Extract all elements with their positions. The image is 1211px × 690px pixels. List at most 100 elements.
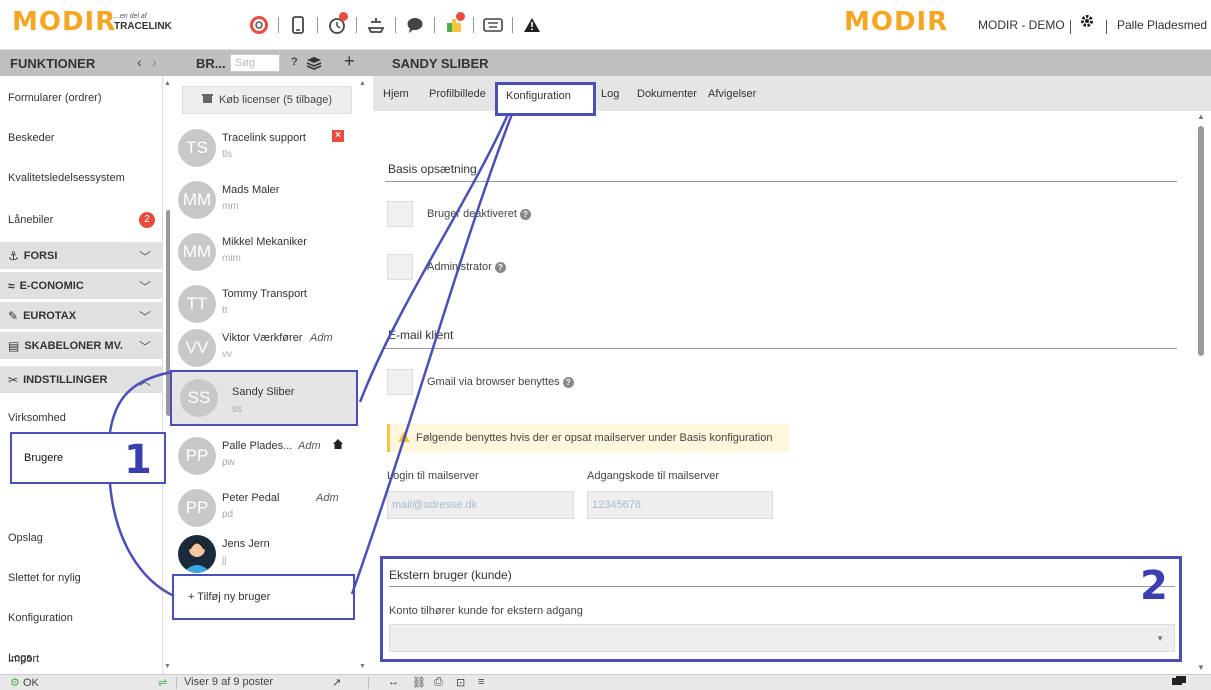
help-icon[interactable]: ? [291,56,298,68]
password-input[interactable]: 12345678 [587,491,773,519]
filter-icon[interactable]: ⇌ [158,676,167,689]
nav-item-konfiguration[interactable]: Konfiguration [0,598,162,638]
nav-section-forsi[interactable]: ⚓ FORSI ﹀ [0,242,162,270]
tab-hjem[interactable]: Hjem [383,88,409,100]
password-label: Adgangskode til mailserver [587,470,720,482]
nav-item-formularer[interactable]: Formularer (ordrer) [0,78,162,118]
laanebiler-badge: 2 [139,212,155,228]
user-row-tls[interactable]: TS Tracelink support tls × [170,122,360,174]
nav-item-beskeder[interactable]: Beskeder [0,118,162,158]
user-name: Mads Maler [222,184,280,196]
user-row-pw[interactable]: PP Palle Plades... pw Adm [170,430,360,482]
wave-icon: ≈ [8,278,15,293]
admin-checkbox[interactable] [387,254,413,280]
user-photo-avatar [178,535,216,573]
admin-text: Administrator [427,261,492,273]
current-user-name[interactable]: Palle Pladesmed [1117,18,1207,32]
pdf-icon[interactable]: ⊡ [456,676,465,689]
user-initials: pw [222,457,235,468]
basis-section-title: Basis opsætning [388,162,477,176]
login-label: Login til mailserver [387,470,479,482]
menu-icon[interactable]: ≡ [478,676,484,688]
login-input[interactable]: mail@adresse.dk [387,491,574,519]
main-scroll-thumb[interactable] [1198,126,1204,356]
lifebuoy-icon[interactable] [248,14,270,36]
user-detail-panel: Hjem Profilbillede Konfiguration Log Dok… [373,76,1211,674]
nav-section-economic[interactable]: ≈ E-CONOMIC ﹀ [0,272,162,300]
nav-item-kvalitet[interactable]: Kvalitetsledelsessystem [0,158,162,198]
admin-badge: Adm [316,492,339,504]
buy-licenses-label: Køb licenser (5 tilbage) [218,94,333,106]
chevron-down-icon: ﹀ [138,250,151,264]
buy-licenses-button[interactable]: Køb licenser (5 tilbage) [182,86,352,114]
help-icon[interactable]: ? [519,208,531,220]
tab-konfiguration[interactable]: Konfiguration [495,82,596,116]
user-row-jj[interactable]: Jens Jern jj [170,528,360,580]
tab-dokumenter[interactable]: Dokumenter [637,88,697,100]
chat-icon[interactable] [404,14,426,36]
chevron-right-icon[interactable]: › [152,54,157,70]
swap-icon[interactable]: ↔ [388,676,399,688]
status-bar: ⚙ OK ⇌ Viser 9 af 9 poster ↗ ↔ ⛓ ⎙ ⊡ ≡ [0,674,1211,690]
help-icon[interactable]: ? [562,376,574,388]
gear-icon[interactable] [1080,14,1094,31]
status-text: OK [22,677,39,689]
chat-bubble-icon[interactable] [1172,676,1186,690]
user-search-input[interactable]: Søg [230,54,280,72]
gear-status-icon: ⚙ [10,677,20,689]
user-row-vv[interactable]: VV Viktor Værkfører vv Adm [170,322,360,374]
nav-section-eurotax[interactable]: ✎ EUROTAX ﹀ [0,302,162,330]
phone-icon[interactable] [287,14,309,36]
avatar: PP [178,489,216,527]
tab-log[interactable]: Log [601,88,619,100]
link-icon[interactable]: ⛓ [412,676,426,689]
company-name[interactable]: MODIR - DEMO [978,18,1065,32]
nav-item-slettet[interactable]: Slettet for nylig [0,558,162,598]
nav-section-skabeloner[interactable]: ▤ SKABELONER MV. ﹀ [0,332,162,360]
user-name: Mikkel Mekaniker [222,236,307,248]
user-initials: mim [222,253,241,264]
section-divider [385,181,1177,182]
export-icon[interactable]: ↗ [332,676,341,689]
user-row-ss-selected[interactable]: SS Sandy Sliber ss [170,370,358,426]
user-row-pd[interactable]: PP Peter Pedal pd Adm [170,482,360,534]
user-initials: ss [232,404,242,415]
deactivated-checkbox[interactable] [387,201,413,227]
gmail-checkbox[interactable] [387,369,413,395]
close-icon[interactable]: × [332,130,344,142]
nav-item-opslag[interactable]: Opslag [0,518,162,558]
users-scrollbar[interactable]: ▲ ▼ [359,78,367,672]
section-label: EUROTAX [23,309,77,322]
puzzle-icon[interactable] [443,12,465,36]
modir-logo[interactable]: MODIR [12,7,116,37]
section-label: FORSI [23,249,58,262]
external-customer-select[interactable]: ▼ [389,624,1175,652]
nav-item-laanebiler[interactable]: Lånebiler 2 [0,200,162,240]
nav-section-indstillinger[interactable]: ✂ INDSTILLINGER ︿ [0,366,162,394]
nav-item-import[interactable]: Import [0,644,163,674]
layers-icon[interactable] [306,55,322,74]
main-scrollbar[interactable]: ▲ ▼ [1195,112,1207,672]
toolbar-icons [248,12,551,36]
add-new-user-button[interactable]: + Tilføj ny bruger [172,574,355,620]
lift-icon[interactable] [365,14,387,36]
timer-icon[interactable] [326,12,348,36]
warning-icon[interactable] [521,14,543,36]
status-divider [176,677,177,689]
nav-item-label: Opslag [8,532,43,544]
keyboard-icon[interactable] [482,14,504,36]
toolbar-divider [434,17,435,33]
user-row-mim[interactable]: MM Mikkel Mekaniker mim [170,226,360,278]
user-name: Viktor Værkfører [222,332,303,344]
nav-item-label: Brugere [24,452,64,464]
chevron-left-icon[interactable]: ‹ [137,54,142,70]
tab-profilbillede[interactable]: Profilbillede [429,88,486,100]
print-icon[interactable]: ⎙ [434,676,443,689]
tab-afvigelser[interactable]: Afvigelser [708,88,756,100]
add-user-icon[interactable]: + [344,51,355,72]
nav-item-label: Lånebiler [8,214,54,226]
help-icon[interactable]: ? [494,261,506,273]
user-row-mm[interactable]: MM Mads Maler mm [170,174,360,226]
scroll-down-icon: ▼ [359,663,366,670]
wrench-icon: ✎ [8,308,19,323]
